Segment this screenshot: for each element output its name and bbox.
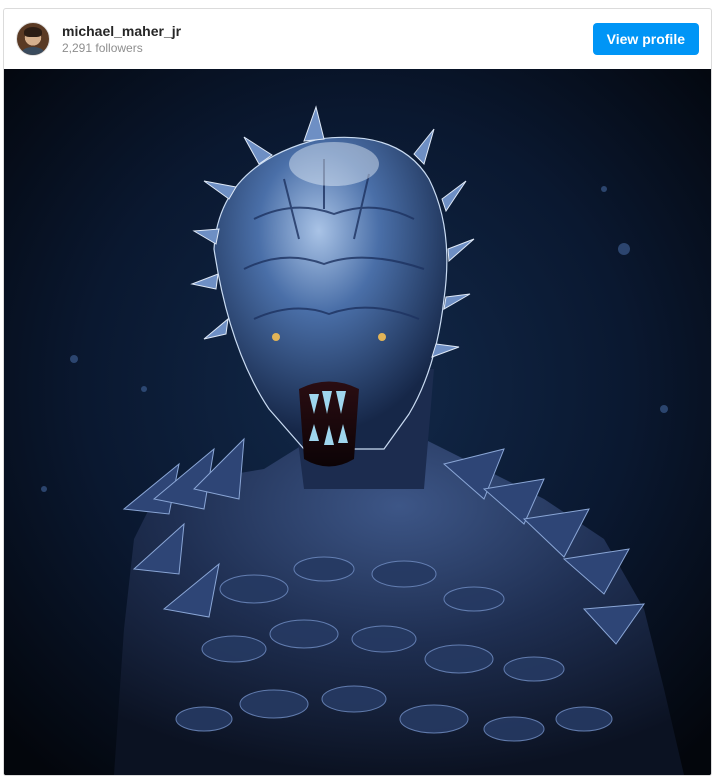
skull-highlight [289,142,379,186]
avatar-shirt [21,47,45,55]
post-image[interactable] [4,69,711,775]
creature-artwork [4,69,711,775]
avatar[interactable] [16,22,50,56]
view-profile-button[interactable]: View profile [592,23,699,55]
username-link[interactable]: michael_maher_jr [62,22,181,40]
user-info: michael_maher_jr 2,291 followers [62,22,181,56]
follower-count: 2,291 followers [62,41,143,55]
right-eye [378,333,386,341]
instagram-embed: michael_maher_jr 2,291 followers View pr… [3,8,712,776]
left-eye [272,333,280,341]
avatar-hair [24,27,42,37]
post-header: michael_maher_jr 2,291 followers View pr… [4,9,711,69]
